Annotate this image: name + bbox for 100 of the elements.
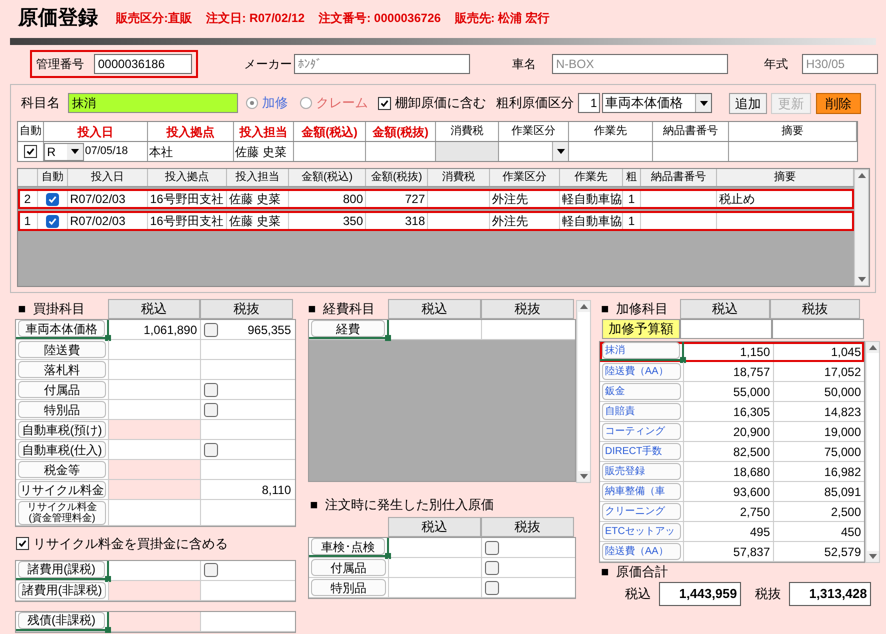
column-header: 作業先 [560,169,623,186]
action-button[interactable]: 削除 [816,92,861,114]
column-header: 金額(税込) [294,122,366,141]
input-field[interactable] [772,319,864,339]
arrow-up-icon[interactable] [868,345,876,350]
caret-icon [700,100,708,106]
table-cell-text: 佐藤 史菜 [235,144,286,160]
table-cell-text: 佐藤 史菜 [229,191,280,208]
scrollbar[interactable] [854,169,869,286]
section-heading: ■ 加修科目 [600,300,668,318]
checkbox[interactable] [485,560,499,574]
row-button[interactable]: 車両本体価格 [18,320,105,337]
row-number: 1 [24,213,31,230]
row-button[interactable]: 特別品 [18,401,106,418]
checkbox[interactable] [204,563,218,577]
arrow-down-icon[interactable] [868,554,876,559]
table-cell-text: 外注先 [492,191,528,208]
row-button[interactable]: 陸送費 [18,341,106,358]
row-button[interactable]: 鈑金 [602,383,681,400]
row-button[interactable]: 陸送費（AA） [602,363,681,380]
column-header: 金額(税込) [289,169,366,186]
input-field[interactable] [680,319,772,339]
table-cell-text: 2,500 [830,504,862,520]
checkbox[interactable] [378,96,391,110]
arrow-up-icon[interactable] [580,304,588,309]
row-button[interactable]: 陸送費（AA） [602,543,681,560]
checkbox[interactable] [204,442,218,456]
row-button[interactable]: 付属品 [18,381,106,398]
section-heading: ■ 経費科目 [308,300,376,318]
table-cell-text: R07/02/03 [70,213,126,230]
row-button[interactable]: 車検･点検 [311,538,385,555]
total-field: 1,443,959 [659,582,741,606]
column-header: 税抜 [481,517,574,537]
row-button[interactable]: 諸費用(非課税) [18,582,106,598]
row-button[interactable]: 諸費用(課税) [18,560,105,578]
row-button[interactable]: 残債(非課税) [18,612,105,628]
row-number: 2 [24,191,31,208]
column-header: 投入担当 [227,169,289,186]
row-button[interactable]: 販売登録 [602,463,681,480]
table-cell-text: 軽自動車協 [562,213,622,230]
checkbox[interactable] [204,322,218,336]
column-header: 投入日 [68,169,148,186]
row-button[interactable]: 落札料 [18,361,106,378]
row-button[interactable]: 税金等 [18,461,106,478]
row-button[interactable]: 自動車税(仕入) [18,441,106,458]
work-type-dropdown[interactable] [552,142,568,161]
budget-label: 加修予算額 [602,319,680,339]
arrow-down-icon[interactable] [580,474,588,479]
row-button[interactable]: リサイクル料金 [18,481,106,498]
row-button[interactable]: 付属品 [311,559,386,576]
row-button[interactable]: リサイクル料金(資金管理料金) [18,500,106,524]
table-cell-text: 450 [840,524,862,540]
grid-row[interactable]: 2 R07/02/03 16号野田支社 佐藤 史菜 800 727 外注先 軽自動車協 1 税止め [18,189,854,209]
table-cell-text: 1 [628,191,635,208]
row-button[interactable]: クリーニング [602,503,681,520]
checkbox[interactable] [24,145,37,158]
checkbox[interactable] [204,382,218,396]
order-info: 注文日: R07/02/12 [206,10,305,27]
row-button[interactable]: 抹消 [602,342,680,359]
arrow-down-icon[interactable] [858,277,866,282]
row-button[interactable]: 自動車税(預け) [18,421,106,438]
input-field[interactable]: 抹消 [68,93,238,113]
row-button[interactable]: 自賠責 [602,403,681,420]
input-field[interactable]: 0000036186 [94,54,192,74]
action-button[interactable]: 追加 [729,92,767,114]
field-label: 管理番号 [36,56,85,73]
row-button[interactable]: 特別品 [311,579,386,596]
row-button[interactable]: コーティング [602,423,681,440]
scrollbar[interactable] [576,300,591,483]
checkbox-label: リサイクル料金を買掛金に含める [33,535,228,553]
column-header: 作業区分 [499,122,569,141]
grid-row[interactable]: 1 R07/02/03 16号野田支社 佐藤 史菜 350 318 外注先 軽自動車協 1 [18,211,854,231]
checkbox[interactable] [485,540,499,554]
column-header: 納品書番号 [641,169,717,186]
page-title: 原価登録 [18,8,98,31]
row-button[interactable]: 納車整備（車 [602,483,681,500]
field-label: 粗利原価区分 [496,94,574,112]
row-button[interactable]: DIRECT手数 [602,443,681,460]
era-dropdown[interactable]: R [44,142,84,160]
checkbox[interactable] [485,580,499,594]
radio-button[interactable]: 加修 [246,93,288,113]
table-cell-text: 19,000 [823,424,862,440]
column-header: 粗 [623,169,641,186]
checkbox[interactable] [46,214,59,228]
table-cell-text: 16号野田支社 [150,191,224,208]
table-cell-text: 8,110 [260,482,292,498]
row-button[interactable]: ETCセットアッ [602,523,681,540]
scrollbar[interactable] [865,341,880,563]
section-heading: ■ 原価合計 [600,563,668,582]
order-info: 販売先: 松浦 宏行 [454,10,550,27]
checkbox[interactable] [204,402,218,416]
table-cell-text: 17,052 [823,364,862,380]
total-label: 税込 [625,585,651,604]
row-button[interactable]: 経費 [311,320,385,337]
input-field[interactable]: 1 [578,93,600,113]
arrow-up-icon[interactable] [858,173,866,178]
table-cell-text: 1,045 [830,344,862,360]
checkbox[interactable] [16,537,29,550]
checkbox[interactable] [46,192,59,206]
category-dropdown[interactable]: 車両本体価格 [602,93,712,113]
